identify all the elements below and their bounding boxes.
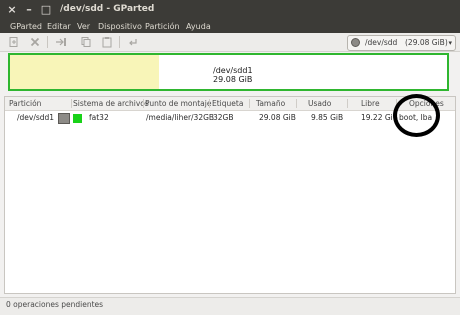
window-title: /dev/sdd - GParted — [60, 4, 155, 14]
device-name: /dev/sdd — [365, 38, 398, 47]
device-selector[interactable]: /dev/sdd (29.08 GiB) ▾ — [347, 35, 456, 51]
toolbar-separator — [119, 36, 120, 48]
lock-icon — [58, 113, 70, 124]
cell-label: 32GB — [213, 113, 234, 122]
resize-move-icon[interactable] — [55, 36, 67, 48]
menu-editar[interactable]: Editar — [47, 21, 71, 32]
toolbar-separator — [47, 36, 48, 48]
header-tamano[interactable]: Tamaño — [256, 97, 285, 110]
header-punto-de-montaje[interactable]: Punto de montaje — [145, 97, 211, 110]
cell-used: 9.85 GiB — [311, 113, 344, 122]
device-size: (29.08 GiB) — [405, 38, 448, 47]
paste-icon[interactable] — [101, 36, 113, 48]
highlight-circle — [393, 94, 440, 137]
undo-icon[interactable] — [127, 36, 139, 48]
column-divider — [143, 99, 144, 108]
menu-ayuda[interactable]: Ayuda — [186, 21, 211, 32]
toolbar: /dev/sdd (29.08 GiB) ▾ — [0, 33, 460, 52]
menu-particion[interactable]: Partición — [145, 21, 180, 32]
title-bar: × – □ /dev/sdd - GParted — [0, 0, 460, 21]
table-header: Partición Sistema de archivos Punto de m… — [5, 97, 455, 111]
status-bar: 0 operaciones pendientes — [0, 297, 460, 315]
column-divider — [347, 99, 348, 108]
column-divider — [71, 99, 72, 108]
new-partition-icon[interactable] — [8, 36, 20, 48]
partition-map-size: 29.08 GiB — [213, 75, 253, 84]
menu-dispositivo[interactable]: Dispositivo — [98, 21, 142, 32]
disk-icon — [351, 38, 360, 47]
cell-size: 29.08 GiB — [259, 113, 296, 122]
copy-icon[interactable] — [80, 36, 92, 48]
maximize-window-button[interactable]: □ — [40, 4, 52, 16]
partition-map-name: /dev/sdd1 — [213, 66, 253, 75]
delete-icon[interactable] — [29, 36, 41, 48]
header-usado[interactable]: Usado — [308, 97, 331, 110]
header-particion[interactable]: Partición — [9, 97, 41, 110]
chevron-down-icon: ▾ — [448, 39, 452, 47]
pending-operations-status: 0 operaciones pendientes — [6, 300, 104, 309]
header-etiqueta[interactable]: Etiqueta — [212, 97, 243, 110]
header-libre[interactable]: Libre — [361, 97, 380, 110]
partition-map[interactable]: /dev/sdd1 29.08 GiB — [8, 53, 449, 91]
column-divider — [296, 99, 297, 108]
menu-ver[interactable]: Ver — [77, 21, 90, 32]
close-window-button[interactable]: × — [6, 4, 18, 16]
cell-partition: /dev/sdd1 — [17, 113, 55, 122]
menu-bar: GParted Editar Ver Dispositivo Partición… — [0, 21, 460, 33]
partition-table: Partición Sistema de archivos Punto de m… — [4, 96, 456, 294]
filesystem-color-swatch — [73, 114, 82, 123]
table-row[interactable]: /dev/sdd1 fat32 /media/liher/32GB 32GB 2… — [5, 111, 455, 125]
menu-gparted[interactable]: GParted — [10, 21, 42, 32]
cell-mountpoint: /media/liher/32GB — [146, 113, 215, 122]
partition-used-space — [10, 55, 159, 89]
column-divider — [209, 99, 210, 108]
minimize-window-button[interactable]: – — [23, 4, 35, 16]
column-divider — [249, 99, 250, 108]
header-sistema-de-archivos[interactable]: Sistema de archivos — [73, 97, 149, 110]
cell-filesystem: fat32 — [89, 113, 109, 122]
gparted-window: × – □ /dev/sdd - GParted GParted Editar … — [0, 0, 460, 315]
